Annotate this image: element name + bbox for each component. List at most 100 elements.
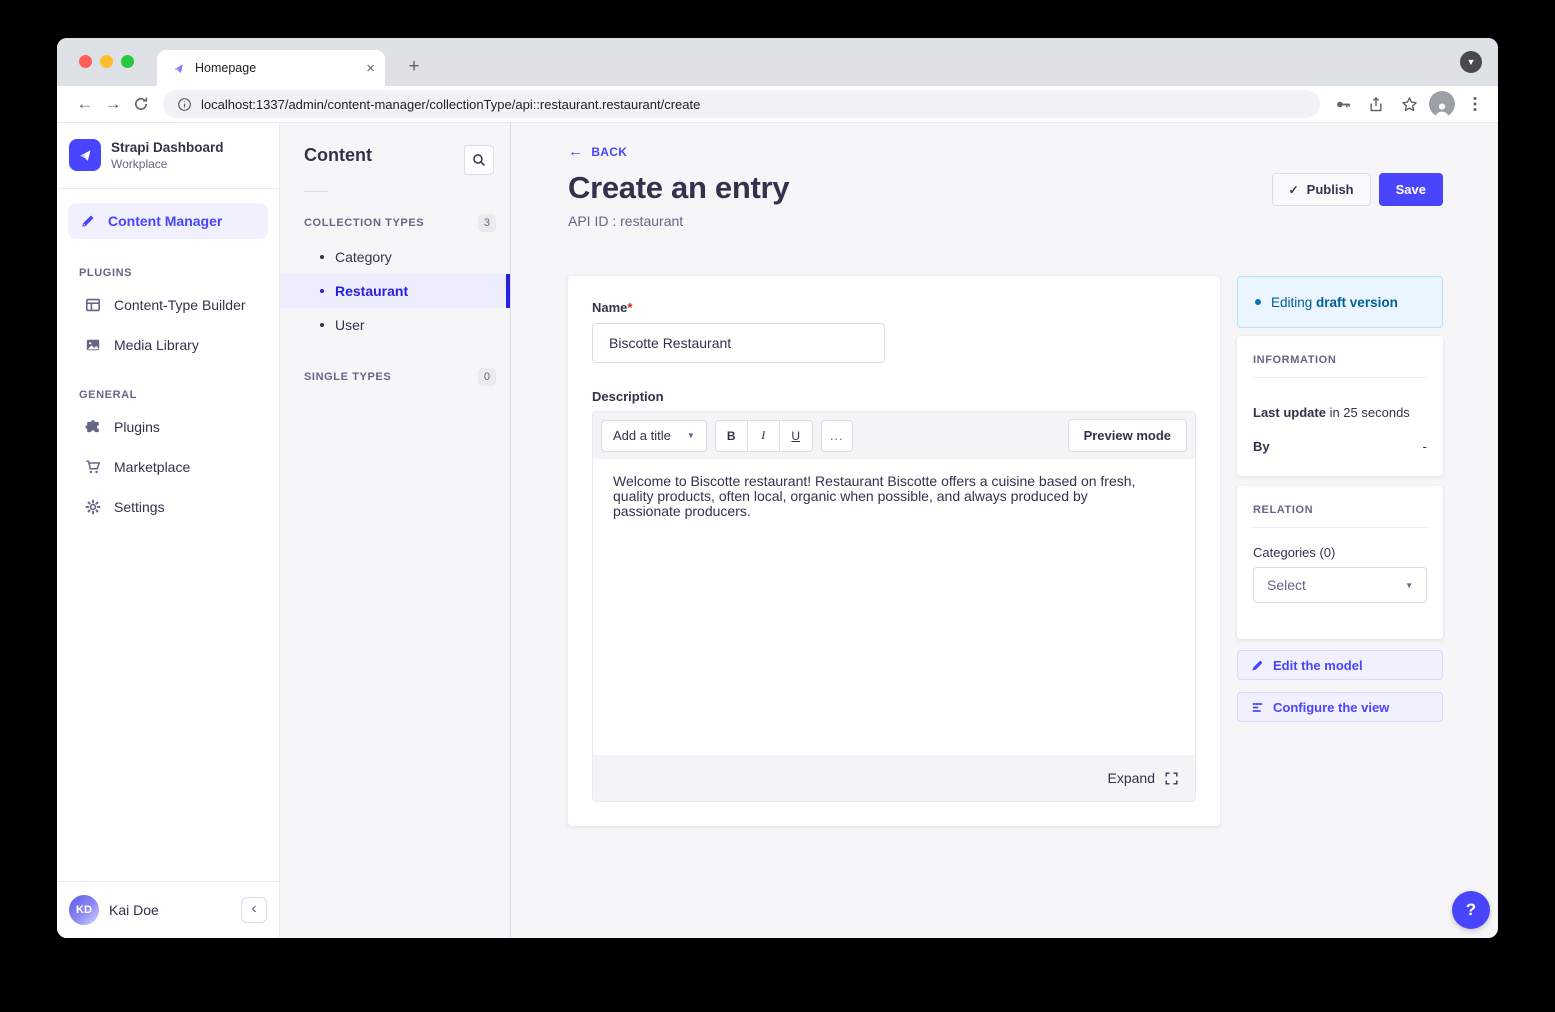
browser-window: Homepage × + ▼ ← → localhost:1337/admin/… bbox=[57, 38, 1498, 938]
collection-type-label: Restaurant bbox=[335, 283, 408, 299]
description-text-line: passionate producers. bbox=[613, 504, 1175, 519]
last-update-row: Last update in 25 seconds bbox=[1253, 405, 1427, 420]
editor-toolbar: Add a title ▼ B I U ... Preview mode bbox=[593, 412, 1195, 459]
sidebar-item-settings[interactable]: Settings bbox=[57, 487, 279, 527]
italic-button[interactable]: I bbox=[748, 421, 780, 451]
underline-button[interactable]: U bbox=[780, 421, 812, 451]
publish-button[interactable]: ✓ Publish bbox=[1272, 173, 1371, 206]
collection-type-item-restaurant[interactable]: Restaurant bbox=[280, 274, 510, 308]
site-info-icon[interactable] bbox=[177, 97, 192, 112]
expand-label[interactable]: Expand bbox=[1108, 770, 1155, 786]
expand-icon[interactable] bbox=[1165, 772, 1178, 785]
by-value: - bbox=[1423, 439, 1427, 454]
browser-profile-avatar[interactable] bbox=[1429, 91, 1455, 117]
draft-banner-bold: draft version bbox=[1316, 295, 1398, 310]
user-name: Kai Doe bbox=[109, 902, 231, 918]
preview-mode-button[interactable]: Preview mode bbox=[1068, 419, 1187, 452]
title-style-value: Add a title bbox=[613, 428, 671, 443]
browser-toolbar: ← → localhost:1337/admin/content-manager… bbox=[57, 86, 1498, 123]
last-update-label: Last update bbox=[1253, 405, 1326, 420]
search-button[interactable] bbox=[464, 145, 494, 175]
forward-nav-icon[interactable]: → bbox=[99, 94, 127, 114]
layout-grid-icon bbox=[85, 297, 101, 313]
back-nav-icon[interactable]: ← bbox=[71, 94, 99, 114]
bookmark-star-icon[interactable] bbox=[1396, 91, 1422, 117]
configure-the-view-button[interactable]: Configure the view bbox=[1237, 692, 1443, 722]
bullet-icon bbox=[320, 323, 324, 327]
api-id-subtitle: API ID : restaurant bbox=[568, 213, 789, 229]
single-types-count-badge: 0 bbox=[478, 368, 496, 386]
collapse-sidebar-button[interactable]: ‹ bbox=[241, 897, 267, 923]
address-bar[interactable]: localhost:1337/admin/content-manager/col… bbox=[163, 90, 1320, 118]
categories-select[interactable]: Select ▼ bbox=[1253, 567, 1427, 603]
reload-icon[interactable] bbox=[127, 96, 155, 112]
collection-type-item-user[interactable]: User bbox=[280, 308, 510, 342]
sidebar-item-plugins[interactable]: Plugins bbox=[57, 407, 279, 447]
url-text: localhost:1337/admin/content-manager/col… bbox=[201, 97, 700, 112]
general-section-label: GENERAL bbox=[57, 365, 279, 407]
minimize-window-button[interactable] bbox=[100, 55, 113, 68]
sidebar-item-content-manager[interactable]: Content Manager bbox=[68, 203, 268, 239]
title-style-dropdown[interactable]: Add a title ▼ bbox=[601, 420, 707, 452]
picture-icon bbox=[85, 337, 101, 353]
sidebar-item-label: Settings bbox=[114, 499, 165, 515]
by-label: By bbox=[1253, 439, 1270, 454]
name-label-text: Name bbox=[592, 300, 627, 315]
name-input[interactable] bbox=[592, 323, 885, 363]
information-card: INFORMATION Last update in 25 seconds By… bbox=[1237, 336, 1443, 476]
browser-kebab-menu-icon[interactable] bbox=[1462, 91, 1488, 117]
avatar[interactable]: KD bbox=[69, 895, 99, 925]
divider bbox=[1253, 377, 1427, 378]
draft-status-dot-icon bbox=[1255, 299, 1261, 305]
layout-lines-icon bbox=[1251, 701, 1264, 714]
publish-label: Publish bbox=[1307, 182, 1354, 197]
browser-tab-strip: Homepage × + ▼ bbox=[57, 38, 1498, 86]
description-editor-body[interactable]: Welcome to Biscotte restaurant! Restaura… bbox=[593, 459, 1195, 755]
strapi-favicon-icon bbox=[171, 61, 186, 76]
help-button[interactable]: ? bbox=[1452, 891, 1490, 929]
collection-type-label: Category bbox=[335, 249, 392, 265]
edit-the-model-button[interactable]: Edit the model bbox=[1237, 650, 1443, 680]
editing-draft-banner: Editing draft version bbox=[1237, 276, 1443, 328]
tab-close-icon[interactable]: × bbox=[366, 60, 375, 77]
back-link[interactable]: ← BACK bbox=[568, 143, 627, 160]
new-tab-button[interactable]: + bbox=[401, 54, 427, 80]
relation-label: RELATION bbox=[1253, 504, 1427, 516]
share-icon[interactable] bbox=[1363, 91, 1389, 117]
sidebar-item-content-type-builder[interactable]: Content-Type Builder bbox=[57, 285, 279, 325]
sidebar-item-label: Content-Type Builder bbox=[114, 297, 246, 313]
puzzle-icon bbox=[85, 419, 101, 435]
relation-card: RELATION Categories (0) Select ▼ bbox=[1237, 486, 1443, 639]
plugins-section-label: PLUGINS bbox=[57, 243, 279, 285]
window-controls bbox=[79, 55, 134, 68]
sidebar-item-label: Content Manager bbox=[108, 213, 222, 229]
bold-button[interactable]: B bbox=[716, 421, 748, 451]
bullet-icon bbox=[320, 289, 324, 293]
sidebar-item-label: Marketplace bbox=[114, 459, 190, 475]
tab-title: Homepage bbox=[195, 61, 357, 75]
zoom-window-button[interactable] bbox=[121, 55, 134, 68]
browser-menu-chevron-button[interactable]: ▼ bbox=[1460, 51, 1482, 73]
single-types-label: SINGLE TYPES bbox=[304, 371, 391, 383]
close-window-button[interactable] bbox=[79, 55, 92, 68]
entry-meta-column: Editing draft version INFORMATION Last u… bbox=[1237, 276, 1443, 722]
page-title: Create an entry bbox=[568, 170, 789, 206]
gear-icon bbox=[85, 499, 101, 515]
entry-form-card: Name* Description Add a title ▼ B bbox=[568, 276, 1220, 826]
browser-tab-homepage[interactable]: Homepage × bbox=[157, 50, 385, 86]
select-placeholder: Select bbox=[1267, 577, 1306, 593]
collection-type-item-category[interactable]: Category bbox=[280, 240, 510, 274]
back-label: BACK bbox=[591, 145, 627, 159]
sidebar-item-marketplace[interactable]: Marketplace bbox=[57, 447, 279, 487]
workspace-brand[interactable]: Strapi Dashboard Workplace bbox=[57, 123, 279, 189]
bullet-icon bbox=[320, 255, 324, 259]
sidebar-item-media-library[interactable]: Media Library bbox=[57, 325, 279, 365]
name-field-label: Name* bbox=[592, 300, 1196, 315]
content-sub-sidebar: Content COLLECTION TYPES 3 Category Rest… bbox=[280, 123, 511, 938]
content-panel-title: Content bbox=[304, 145, 372, 166]
draft-banner-text: Editing draft version bbox=[1271, 295, 1398, 310]
save-button[interactable]: Save bbox=[1379, 173, 1443, 206]
password-key-icon[interactable] bbox=[1330, 91, 1356, 117]
more-formatting-button[interactable]: ... bbox=[821, 420, 853, 452]
strapi-logo-icon bbox=[69, 139, 101, 171]
